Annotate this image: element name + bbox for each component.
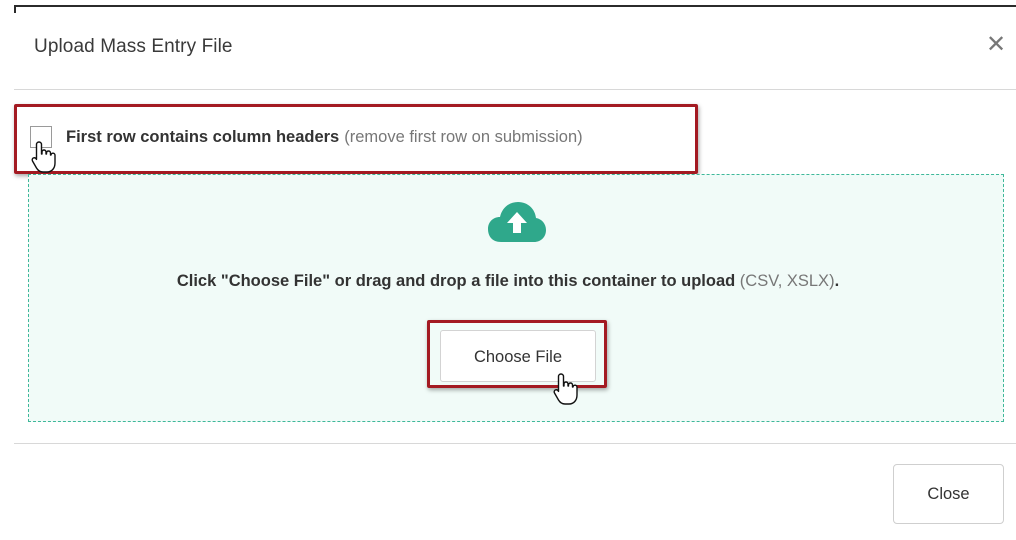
modal-top-border [14, 5, 1016, 7]
modal-left-border [14, 5, 16, 13]
modal-title: Upload Mass Entry File [34, 36, 233, 57]
cloud-upload-icon [488, 202, 546, 242]
instruction-period: . [834, 272, 840, 290]
close-button[interactable]: Close [893, 464, 1004, 524]
accepted-file-types: (CSV, XSLX) [739, 272, 835, 290]
header-row-option: First row contains column headers (remov… [30, 120, 583, 154]
header-divider [14, 89, 1016, 90]
upload-modal: Upload Mass Entry File ✕ First row conta… [0, 0, 1016, 540]
first-row-headers-checkbox[interactable] [30, 126, 52, 148]
drop-instructions: Click "Choose File" or drag and drop a f… [0, 272, 1016, 291]
close-icon[interactable]: ✕ [985, 33, 1007, 57]
footer-divider [14, 443, 1016, 444]
drop-instruction-text: Click "Choose File" or drag and drop a f… [176, 272, 736, 290]
checkbox-label[interactable]: First row contains column headers [66, 128, 339, 147]
choose-file-button[interactable]: Choose File [440, 330, 596, 382]
checkbox-hint: (remove first row on submission) [344, 127, 583, 146]
